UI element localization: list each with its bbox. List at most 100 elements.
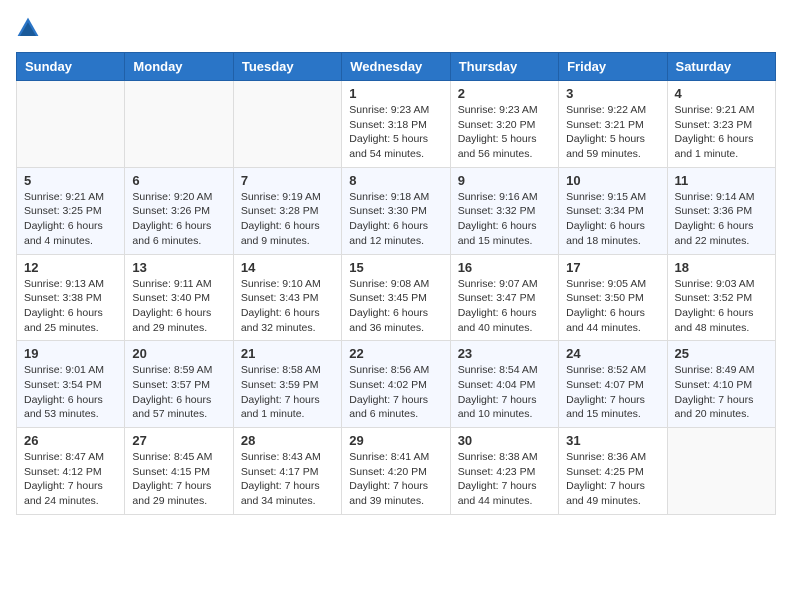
calendar-cell: 11 Sunrise: 9:14 AM Sunset: 3:36 PM Dayli… [667,167,775,254]
day-info: Sunrise: 8:59 AM Sunset: 3:57 PM Dayligh… [132,363,225,422]
day-number: 9 [458,173,551,188]
day-info: Sunrise: 9:18 AM Sunset: 3:30 PM Dayligh… [349,190,442,249]
day-number: 2 [458,86,551,101]
week-row-4: 19 Sunrise: 9:01 AM Sunset: 3:54 PM Dayli… [17,341,776,428]
day-header-friday: Friday [559,53,667,81]
day-info: Sunrise: 9:08 AM Sunset: 3:45 PM Dayligh… [349,277,442,336]
calendar-table: SundayMondayTuesdayWednesdayThursdayFrid… [16,52,776,515]
day-header-sunday: Sunday [17,53,125,81]
logo [16,16,44,40]
day-header-thursday: Thursday [450,53,558,81]
calendar-cell [125,81,233,168]
calendar-cell: 3 Sunrise: 9:22 AM Sunset: 3:21 PM Daylig… [559,81,667,168]
day-info: Sunrise: 9:05 AM Sunset: 3:50 PM Dayligh… [566,277,659,336]
calendar-cell: 12 Sunrise: 9:13 AM Sunset: 3:38 PM Dayli… [17,254,125,341]
day-info: Sunrise: 8:41 AM Sunset: 4:20 PM Dayligh… [349,450,442,509]
day-info: Sunrise: 9:23 AM Sunset: 3:18 PM Dayligh… [349,103,442,162]
calendar-cell: 15 Sunrise: 9:08 AM Sunset: 3:45 PM Dayli… [342,254,450,341]
calendar-cell: 17 Sunrise: 9:05 AM Sunset: 3:50 PM Dayli… [559,254,667,341]
day-number: 23 [458,346,551,361]
day-header-wednesday: Wednesday [342,53,450,81]
calendar-cell: 23 Sunrise: 8:54 AM Sunset: 4:04 PM Dayli… [450,341,558,428]
day-number: 13 [132,260,225,275]
calendar-cell: 9 Sunrise: 9:16 AM Sunset: 3:32 PM Daylig… [450,167,558,254]
calendar-cell: 10Sunrise: 9:15 AM Sunset: 3:34 PM Dayli… [559,167,667,254]
day-number: 12 [24,260,117,275]
day-number: 10 [566,173,659,188]
day-number: 21 [241,346,334,361]
day-number: 18 [675,260,768,275]
calendar-cell [667,428,775,515]
day-info: Sunrise: 9:21 AM Sunset: 3:23 PM Dayligh… [675,103,768,162]
day-info: Sunrise: 9:21 AM Sunset: 3:25 PM Dayligh… [24,190,117,249]
week-row-2: 5 Sunrise: 9:21 AM Sunset: 3:25 PM Daylig… [17,167,776,254]
day-header-monday: Monday [125,53,233,81]
day-number: 16 [458,260,551,275]
week-row-5: 26 Sunrise: 8:47 AM Sunset: 4:12 PM Dayli… [17,428,776,515]
day-info: Sunrise: 9:14 AM Sunset: 3:36 PM Dayligh… [675,190,768,249]
calendar-cell: 13Sunrise: 9:11 AM Sunset: 3:40 PM Dayli… [125,254,233,341]
calendar-cell: 7 Sunrise: 9:19 AM Sunset: 3:28 PM Daylig… [233,167,341,254]
day-number: 8 [349,173,442,188]
calendar-cell: 29 Sunrise: 8:41 AM Sunset: 4:20 PM Dayli… [342,428,450,515]
day-header-tuesday: Tuesday [233,53,341,81]
day-number: 7 [241,173,334,188]
day-number: 14 [241,260,334,275]
day-number: 3 [566,86,659,101]
day-number: 19 [24,346,117,361]
day-number: 28 [241,433,334,448]
week-row-1: 1 Sunrise: 9:23 AM Sunset: 3:18 PM Daylig… [17,81,776,168]
day-header-saturday: Saturday [667,53,775,81]
day-info: Sunrise: 8:36 AM Sunset: 4:25 PM Dayligh… [566,450,659,509]
day-info: Sunrise: 9:22 AM Sunset: 3:21 PM Dayligh… [566,103,659,162]
calendar-cell: 1 Sunrise: 9:23 AM Sunset: 3:18 PM Daylig… [342,81,450,168]
calendar-cell: 30Sunrise: 8:38 AM Sunset: 4:23 PM Dayli… [450,428,558,515]
calendar-cell: 31Sunrise: 8:36 AM Sunset: 4:25 PM Dayli… [559,428,667,515]
day-number: 6 [132,173,225,188]
calendar-cell: 6 Sunrise: 9:20 AM Sunset: 3:26 PM Daylig… [125,167,233,254]
day-info: Sunrise: 8:58 AM Sunset: 3:59 PM Dayligh… [241,363,334,422]
calendar-cell: 19 Sunrise: 9:01 AM Sunset: 3:54 PM Dayli… [17,341,125,428]
day-info: Sunrise: 9:20 AM Sunset: 3:26 PM Dayligh… [132,190,225,249]
day-number: 1 [349,86,442,101]
calendar-cell: 25 Sunrise: 8:49 AM Sunset: 4:10 PM Dayli… [667,341,775,428]
calendar-cell: 8 Sunrise: 9:18 AM Sunset: 3:30 PM Daylig… [342,167,450,254]
day-info: Sunrise: 8:45 AM Sunset: 4:15 PM Dayligh… [132,450,225,509]
calendar-cell: 4 Sunrise: 9:21 AM Sunset: 3:23 PM Daylig… [667,81,775,168]
day-number: 24 [566,346,659,361]
day-info: Sunrise: 9:16 AM Sunset: 3:32 PM Dayligh… [458,190,551,249]
calendar-cell: 2Sunrise: 9:23 AM Sunset: 3:20 PM Daylig… [450,81,558,168]
day-info: Sunrise: 9:03 AM Sunset: 3:52 PM Dayligh… [675,277,768,336]
calendar-cell: 21 Sunrise: 8:58 AM Sunset: 3:59 PM Dayli… [233,341,341,428]
day-number: 15 [349,260,442,275]
calendar-cell: 26 Sunrise: 8:47 AM Sunset: 4:12 PM Dayli… [17,428,125,515]
calendar-header-row: SundayMondayTuesdayWednesdayThursdayFrid… [17,53,776,81]
day-info: Sunrise: 8:54 AM Sunset: 4:04 PM Dayligh… [458,363,551,422]
day-info: Sunrise: 8:47 AM Sunset: 4:12 PM Dayligh… [24,450,117,509]
day-number: 5 [24,173,117,188]
calendar-cell: 20Sunrise: 8:59 AM Sunset: 3:57 PM Dayli… [125,341,233,428]
calendar-cell: 5 Sunrise: 9:21 AM Sunset: 3:25 PM Daylig… [17,167,125,254]
day-info: Sunrise: 9:19 AM Sunset: 3:28 PM Dayligh… [241,190,334,249]
day-number: 26 [24,433,117,448]
day-number: 4 [675,86,768,101]
day-info: Sunrise: 9:01 AM Sunset: 3:54 PM Dayligh… [24,363,117,422]
day-info: Sunrise: 9:10 AM Sunset: 3:43 PM Dayligh… [241,277,334,336]
day-info: Sunrise: 9:07 AM Sunset: 3:47 PM Dayligh… [458,277,551,336]
week-row-3: 12 Sunrise: 9:13 AM Sunset: 3:38 PM Dayli… [17,254,776,341]
day-info: Sunrise: 9:13 AM Sunset: 3:38 PM Dayligh… [24,277,117,336]
day-number: 11 [675,173,768,188]
day-info: Sunrise: 8:56 AM Sunset: 4:02 PM Dayligh… [349,363,442,422]
calendar-cell: 24Sunrise: 8:52 AM Sunset: 4:07 PM Dayli… [559,341,667,428]
calendar-cell [233,81,341,168]
calendar-cell: 27 Sunrise: 8:45 AM Sunset: 4:15 PM Dayli… [125,428,233,515]
calendar-cell: 28Sunrise: 8:43 AM Sunset: 4:17 PM Dayli… [233,428,341,515]
logo-icon [16,16,40,40]
day-number: 25 [675,346,768,361]
page-header [16,16,776,40]
day-number: 17 [566,260,659,275]
day-info: Sunrise: 8:49 AM Sunset: 4:10 PM Dayligh… [675,363,768,422]
day-number: 27 [132,433,225,448]
day-number: 29 [349,433,442,448]
calendar-cell: 22Sunrise: 8:56 AM Sunset: 4:02 PM Dayli… [342,341,450,428]
